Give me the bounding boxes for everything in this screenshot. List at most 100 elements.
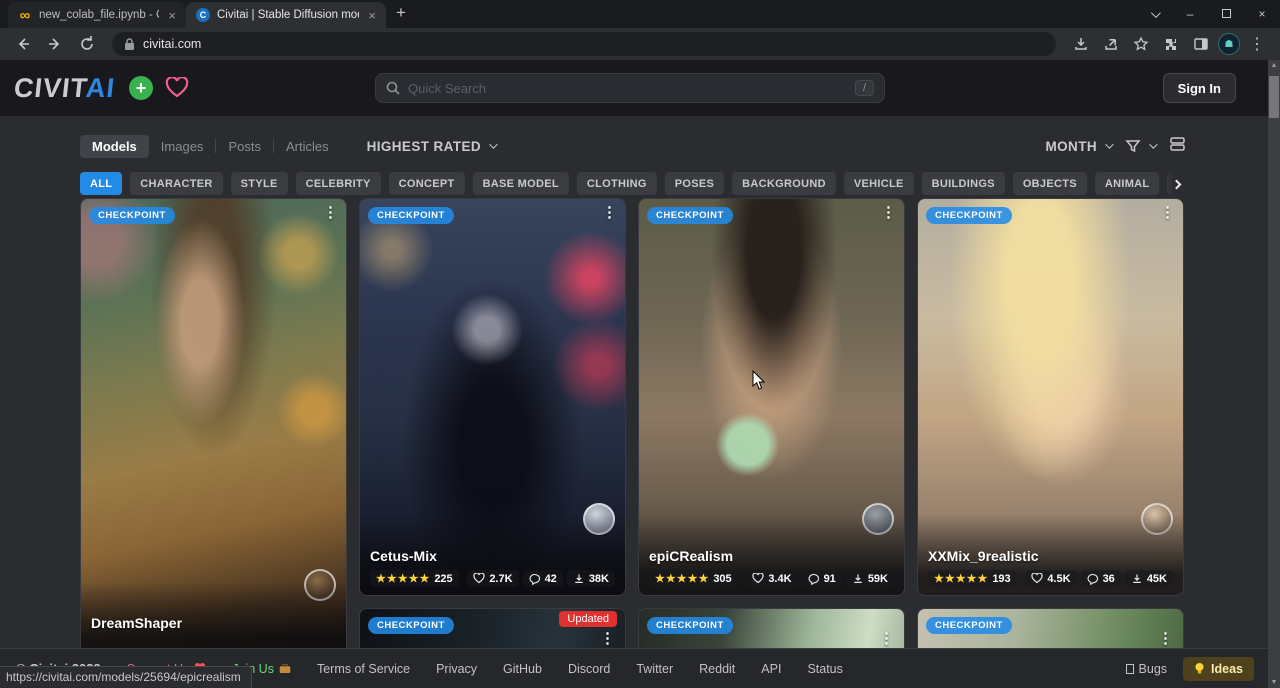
chip-background[interactable]: BACKGROUND <box>732 172 836 195</box>
tab-articles[interactable]: Articles <box>274 135 341 158</box>
likes-count: 2.7K <box>489 573 512 585</box>
chip-concept[interactable]: CONCEPT <box>389 172 465 195</box>
side-panel-icon[interactable] <box>1188 31 1214 57</box>
tab-title: new_colab_file.ipynb - Colaborat <box>39 9 159 21</box>
download-icon[interactable] <box>1068 31 1094 57</box>
model-card-dreamshaper[interactable]: CHECKPOINT ⋮ DreamShaper <box>80 198 347 658</box>
likes-pill: 2.7K <box>467 570 518 587</box>
main-content: Models Images Posts Articles HIGHEST RAT… <box>0 117 1280 688</box>
chip-buildings[interactable]: BUILDINGS <box>922 172 1005 195</box>
chip-poses[interactable]: POSES <box>665 172 724 195</box>
create-plus-button[interactable]: + <box>129 76 153 100</box>
tab-posts[interactable]: Posts <box>216 135 273 158</box>
comments-pill: 36 <box>1081 570 1121 587</box>
tab-models[interactable]: Models <box>80 135 149 158</box>
page-scrollbar[interactable]: ▲ ▼ <box>1268 60 1280 688</box>
chip-character[interactable]: CHARACTER <box>130 172 222 195</box>
star-rating-icon: ★★★★★ <box>655 572 709 585</box>
model-card-xxmix[interactable]: CHECKPOINT ⋮ XXMix_9realistic ★★★★★ 193 <box>917 198 1184 596</box>
footer-link-discord[interactable]: Discord <box>568 662 610 676</box>
scroll-down-icon[interactable]: ▼ <box>1268 679 1280 686</box>
chips-scroll-right-button[interactable] <box>1166 172 1186 196</box>
comments-count: 36 <box>1103 573 1115 585</box>
card-overlay: epiCRealism ★★★★★ 305 3.4K <box>639 514 904 595</box>
updated-badge: Updated <box>559 611 617 627</box>
address-bar[interactable]: civitai.com <box>112 32 1056 56</box>
chip-clothing[interactable]: CLOTHING <box>577 172 657 195</box>
footer-link-privacy[interactable]: Privacy <box>436 662 477 676</box>
footer-link-api[interactable]: API <box>761 662 781 676</box>
checkpoint-badge: CHECKPOINT <box>926 207 1012 224</box>
chip-base-model[interactable]: BASE MODEL <box>473 172 569 195</box>
chip-vehicle[interactable]: VEHICLE <box>844 172 914 195</box>
footer-link-status[interactable]: Status <box>807 662 842 676</box>
tab-close-icon[interactable]: × <box>166 8 178 23</box>
tab-civitai[interactable]: C Civitai | Stable Diffusion models, × <box>186 2 386 28</box>
filter-funnel-icon <box>1125 138 1141 154</box>
favorites-heart-icon[interactable] <box>165 77 189 99</box>
period-dropdown[interactable]: MONTH <box>1046 139 1112 154</box>
tab-close-icon[interactable]: × <box>366 8 378 23</box>
downloads-pill: 59K <box>846 570 894 587</box>
share-icon[interactable] <box>1098 31 1124 57</box>
scrollbar-thumb[interactable] <box>1269 76 1279 118</box>
chevron-right-icon <box>1171 179 1181 189</box>
card-menu-icon[interactable]: ⋮ <box>1160 205 1175 222</box>
card-menu-icon[interactable]: ⋮ <box>600 631 615 648</box>
chip-all[interactable]: ALL <box>80 172 122 195</box>
chip-style[interactable]: STYLE <box>231 172 288 195</box>
footer-link-reddit[interactable]: Reddit <box>699 662 735 676</box>
forward-icon[interactable] <box>42 31 68 57</box>
category-chips: ALL CHARACTER STYLE CELEBRITY CONCEPT BA… <box>80 172 1178 196</box>
layout-toggle-icon[interactable] <box>1169 136 1186 157</box>
comment-icon <box>1087 573 1099 585</box>
browser-profile-avatar[interactable]: ☗ <box>1218 33 1240 55</box>
model-title: XXMix_9realistic <box>928 548 1173 564</box>
comments-pill: 91 <box>802 570 842 587</box>
footer-link-tos[interactable]: Terms of Service <box>317 662 410 676</box>
likes-pill: 3.4K <box>746 570 797 587</box>
extensions-puzzle-icon[interactable] <box>1158 31 1184 57</box>
card-overlay: XXMix_9realistic ★★★★★ 193 4.5K <box>918 514 1183 595</box>
window-minimize-button[interactable]: – <box>1172 0 1208 28</box>
card-menu-icon[interactable]: ⋮ <box>881 205 896 222</box>
chip-celebrity[interactable]: CELEBRITY <box>296 172 381 195</box>
card-menu-icon[interactable]: ⋮ <box>879 631 894 648</box>
rating-count: 225 <box>434 573 452 585</box>
browser-toolbar: civitai.com ☗ ⋮ <box>0 28 1280 60</box>
sort-dropdown[interactable]: HIGHEST RATED <box>367 139 495 154</box>
card-menu-icon[interactable]: ⋮ <box>323 205 338 222</box>
chevron-down-icon <box>1149 140 1157 148</box>
window-close-button[interactable]: × <box>1244 0 1280 28</box>
model-card-epicrealism[interactable]: CHECKPOINT ⋮ epiCRealism ★★★★★ 305 <box>638 198 905 596</box>
chip-objects[interactable]: OBJECTS <box>1013 172 1087 195</box>
window-chevron-icon[interactable] <box>1136 0 1172 28</box>
scroll-up-icon[interactable]: ▲ <box>1268 62 1280 69</box>
chevron-down-icon <box>1105 140 1113 148</box>
bookmark-star-icon[interactable] <box>1128 31 1154 57</box>
chip-animal[interactable]: ANIMAL <box>1095 172 1160 195</box>
sign-in-button[interactable]: Sign In <box>1163 73 1236 103</box>
model-card-cetus-mix[interactable]: CHECKPOINT ⋮ Cetus-Mix ★★★★★ 225 <box>359 198 626 596</box>
colab-infinity-icon: ∞ <box>18 8 32 22</box>
browser-menu-icon[interactable]: ⋮ <box>1244 31 1270 57</box>
filter-button[interactable] <box>1125 138 1155 154</box>
civitai-logo[interactable]: CIVITAI <box>12 73 116 104</box>
bug-icon <box>1126 664 1134 674</box>
reload-icon[interactable] <box>74 31 100 57</box>
model-title: DreamShaper <box>91 615 336 631</box>
tab-colab[interactable]: ∞ new_colab_file.ipynb - Colaborat × <box>8 2 186 28</box>
bugs-button[interactable]: Bugs <box>1126 662 1168 676</box>
checkpoint-badge: CHECKPOINT <box>926 617 1012 634</box>
chevron-down-icon <box>489 140 497 148</box>
card-menu-icon[interactable]: ⋮ <box>602 205 617 222</box>
footer-link-twitter[interactable]: Twitter <box>636 662 673 676</box>
tab-images[interactable]: Images <box>149 135 216 158</box>
card-menu-icon[interactable]: ⋮ <box>1158 631 1173 648</box>
footer-link-github[interactable]: GitHub <box>503 662 542 676</box>
search-input[interactable]: Quick Search / <box>375 73 885 103</box>
back-icon[interactable] <box>10 31 36 57</box>
ideas-button[interactable]: Ideas <box>1183 657 1254 681</box>
new-tab-button[interactable]: + <box>396 3 406 23</box>
window-maximize-button[interactable] <box>1208 0 1244 28</box>
